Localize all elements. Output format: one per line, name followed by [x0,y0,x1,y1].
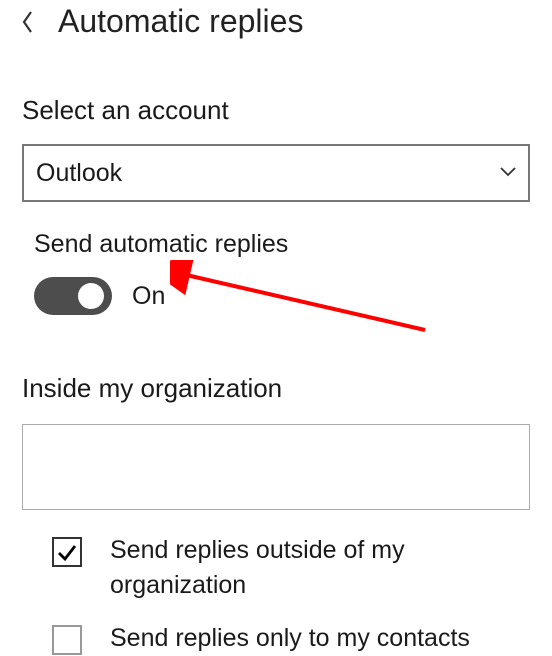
toggle-label: Send automatic replies [22,230,530,259]
back-icon[interactable] [18,8,38,36]
inside-org-label: Inside my organization [22,373,530,404]
contacts-only-checkbox[interactable] [52,625,82,655]
page-title: Automatic replies [58,3,303,40]
account-label: Select an account [22,95,530,126]
contacts-only-checkbox-label: Send replies only to my contacts [110,621,470,656]
account-select[interactable]: Outlook [22,144,530,202]
outside-org-checkbox[interactable] [52,537,82,567]
toggle-knob [78,283,104,309]
page-header: Automatic replies [0,0,552,50]
outside-org-checkbox-label: Send replies outside of my organization [110,533,490,603]
inside-org-textarea[interactable] [22,424,530,510]
auto-reply-toggle[interactable] [34,277,112,315]
chevron-down-icon [500,164,516,182]
toggle-state-label: On [132,282,165,311]
account-select-value: Outlook [36,159,122,188]
